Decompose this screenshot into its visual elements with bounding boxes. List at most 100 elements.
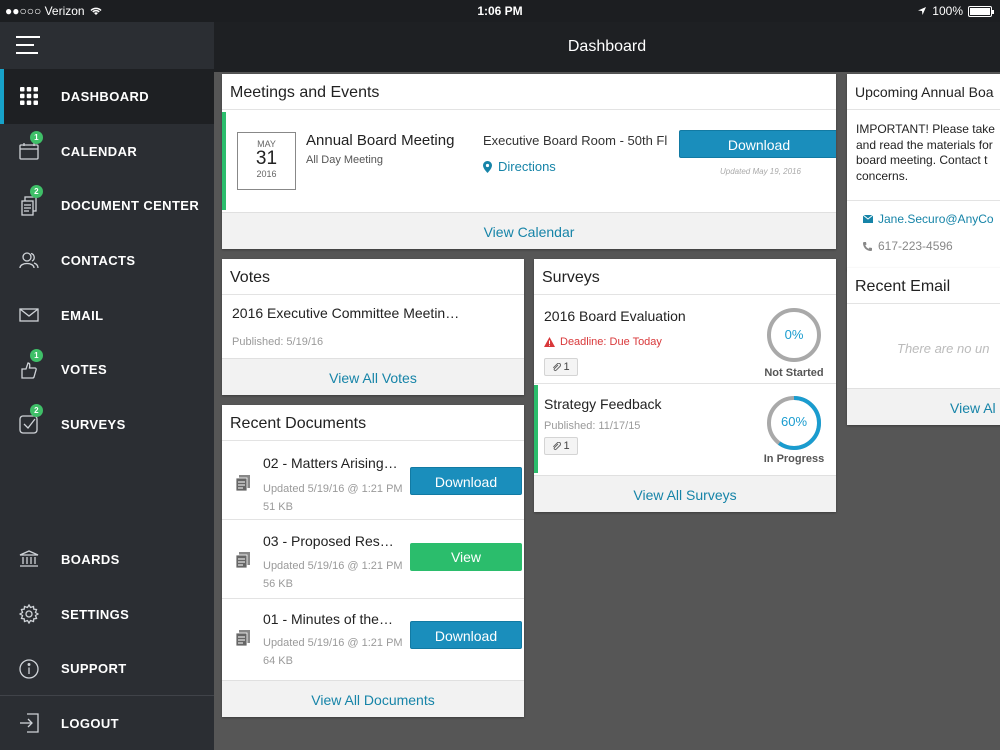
votes-title: Votes bbox=[222, 259, 524, 295]
contact-phone-link[interactable]: 617-223-4596 bbox=[863, 239, 953, 253]
sidebar-item-settings[interactable]: SETTINGS bbox=[0, 587, 214, 642]
sidebar-item-dashboard[interactable]: DASHBOARD bbox=[0, 69, 214, 124]
announcement-line: board meeting. Contact t bbox=[856, 153, 988, 167]
recent-email-card: Recent Email There are no un View Al bbox=[847, 268, 1000, 425]
documents-title: Recent Documents bbox=[222, 405, 524, 441]
sidebar-item-contacts[interactable]: CONTACTS bbox=[0, 233, 214, 288]
document-row[interactable]: 01 - Minutes of the… Updated 5/19/16 @ 1… bbox=[222, 600, 524, 678]
document-stack-icon bbox=[235, 475, 250, 491]
event-year: 2016 bbox=[256, 169, 277, 179]
vote-icon bbox=[19, 360, 39, 380]
sidebar-item-label: DASHBOARD bbox=[61, 88, 150, 104]
surveys-badge: 2 bbox=[30, 404, 43, 418]
document-download-button[interactable]: Download bbox=[410, 467, 522, 495]
dashboard-content: Meetings and Events MAY 31 2016 Annual B… bbox=[214, 72, 1000, 750]
phone-icon bbox=[863, 241, 872, 251]
document-row[interactable]: 02 - Matters Arising… Updated 5/19/16 @ … bbox=[222, 442, 524, 520]
sidebar-item-document-center[interactable]: 2 DOCUMENT CENTER bbox=[0, 178, 214, 233]
event-day: 31 bbox=[255, 148, 278, 169]
people-icon bbox=[19, 250, 39, 270]
status-bar: ●●○○○ Verizon 1:06 PM 100% bbox=[0, 0, 1000, 22]
votes-card: Votes 2016 Executive Committee Meetin… P… bbox=[222, 259, 524, 395]
document-updated: Updated 5/19/16 @ 1:21 PM bbox=[263, 637, 403, 649]
info-icon bbox=[19, 659, 39, 679]
sidebar-item-surveys[interactable]: 2 SURVEYS bbox=[0, 397, 214, 452]
document-updated: Updated 5/19/16 @ 1:21 PM bbox=[263, 560, 403, 572]
document-size: 64 KB bbox=[263, 655, 293, 667]
event-row[interactable]: MAY 31 2016 Annual Board Meeting All Day… bbox=[222, 112, 836, 210]
directions-link[interactable]: Directions bbox=[483, 159, 556, 174]
sidebar-item-label: VOTES bbox=[61, 362, 108, 378]
document-view-button[interactable]: View bbox=[410, 543, 522, 571]
view-all-documents-link[interactable]: View All Documents bbox=[222, 680, 524, 717]
vote-item[interactable]: 2016 Executive Committee Meetin… Publish… bbox=[222, 296, 524, 356]
document-row[interactable]: 03 - Proposed Res… Updated 5/19/16 @ 1:2… bbox=[222, 521, 524, 599]
document-name: 01 - Minutes of the… bbox=[263, 611, 393, 627]
sidebar-item-label: CALENDAR bbox=[61, 143, 138, 159]
view-all-surveys-link[interactable]: View All Surveys bbox=[534, 475, 836, 512]
hamburger-menu-icon[interactable] bbox=[16, 36, 40, 56]
survey-item[interactable]: Strategy Feedback Published: 11/17/15 1 … bbox=[534, 385, 836, 473]
meetings-title: Meetings and Events bbox=[222, 74, 836, 110]
clock: 1:06 PM bbox=[477, 4, 523, 18]
sidebar-item-boards[interactable]: BOARDS bbox=[0, 532, 214, 587]
announcement-title: Upcoming Annual Boa bbox=[847, 74, 1000, 110]
document-download-button[interactable]: Download bbox=[410, 621, 522, 649]
event-date-box: MAY 31 2016 bbox=[237, 132, 296, 190]
view-calendar-link[interactable]: View Calendar bbox=[222, 212, 836, 249]
event-download-button[interactable]: Download bbox=[679, 130, 836, 158]
surveys-card: Surveys 2016 Board Evaluation Deadline: … bbox=[534, 259, 836, 512]
battery-percent: 100% bbox=[932, 4, 963, 18]
sidebar-item-support[interactable]: SUPPORT bbox=[0, 641, 214, 696]
logout-icon bbox=[19, 713, 39, 734]
recent-email-title: Recent Email bbox=[847, 268, 1000, 304]
announcement-line: IMPORTANT! Please take bbox=[856, 122, 995, 136]
survey-name: Strategy Feedback bbox=[544, 396, 662, 412]
survey-icon bbox=[19, 414, 39, 435]
event-location: Executive Board Room - 50th Fl bbox=[483, 133, 668, 148]
event-time: All Day Meeting bbox=[306, 154, 384, 166]
survey-status: In Progress bbox=[763, 453, 825, 465]
vote-name: 2016 Executive Committee Meetin… bbox=[232, 305, 460, 321]
survey-item[interactable]: 2016 Board Evaluation Deadline: Due Toda… bbox=[534, 296, 836, 384]
attachment-count-value: 1 bbox=[563, 440, 570, 452]
sidebar-divider bbox=[0, 695, 214, 696]
attachment-count[interactable]: 1 bbox=[544, 358, 578, 376]
sidebar-item-calendar[interactable]: 1 CALENDAR bbox=[0, 124, 214, 179]
sidebar-item-label: EMAIL bbox=[61, 307, 104, 323]
contact-email-link[interactable]: Jane.Securo@AnyCo bbox=[863, 212, 994, 226]
vote-published: Published: 5/19/16 bbox=[232, 336, 324, 348]
sidebar-item-label: SURVEYS bbox=[61, 416, 126, 432]
progress-percent: 60% bbox=[780, 414, 808, 429]
sidebar-item-label: BOARDS bbox=[61, 551, 120, 567]
sidebar-item-label: DOCUMENT CENTER bbox=[61, 198, 200, 214]
attachment-count[interactable]: 1 bbox=[544, 437, 578, 455]
sidebar-item-email[interactable]: EMAIL bbox=[0, 288, 214, 343]
event-updated: Updated May 19, 2016 bbox=[720, 167, 801, 176]
paperclip-icon bbox=[553, 441, 562, 450]
directions-label: Directions bbox=[498, 159, 556, 174]
sidebar-nav: DASHBOARD 1 CALENDAR 2 DOCUMENT CENTER C… bbox=[0, 69, 214, 452]
event-name: Annual Board Meeting bbox=[306, 132, 455, 149]
envelope-icon bbox=[19, 305, 39, 325]
survey-published: Published: 11/17/15 bbox=[544, 420, 641, 432]
sidebar: DASHBOARD 1 CALENDAR 2 DOCUMENT CENTER C… bbox=[0, 22, 214, 750]
calendar-badge: 1 bbox=[30, 130, 43, 144]
paperclip-icon bbox=[553, 362, 562, 371]
sidebar-item-label: SETTINGS bbox=[61, 606, 130, 622]
document-icon bbox=[19, 196, 39, 216]
document-size: 56 KB bbox=[263, 578, 293, 590]
document-name: 02 - Matters Arising… bbox=[263, 455, 398, 471]
sidebar-item-votes[interactable]: 1 VOTES bbox=[0, 342, 214, 397]
view-all-email-link[interactable]: View Al bbox=[847, 388, 1000, 425]
attachment-count-value: 1 bbox=[563, 361, 570, 373]
sidebar-item-label: LOGOUT bbox=[61, 715, 120, 731]
document-stack-icon bbox=[235, 630, 250, 646]
page-title: Dashboard bbox=[567, 38, 647, 55]
bank-icon bbox=[19, 549, 39, 569]
votes-badge: 1 bbox=[30, 349, 43, 363]
view-all-votes-link[interactable]: View All Votes bbox=[222, 358, 524, 395]
sidebar-item-logout[interactable]: LOGOUT bbox=[0, 696, 214, 750]
calendar-icon bbox=[19, 141, 39, 161]
document-size: 51 KB bbox=[263, 501, 293, 513]
